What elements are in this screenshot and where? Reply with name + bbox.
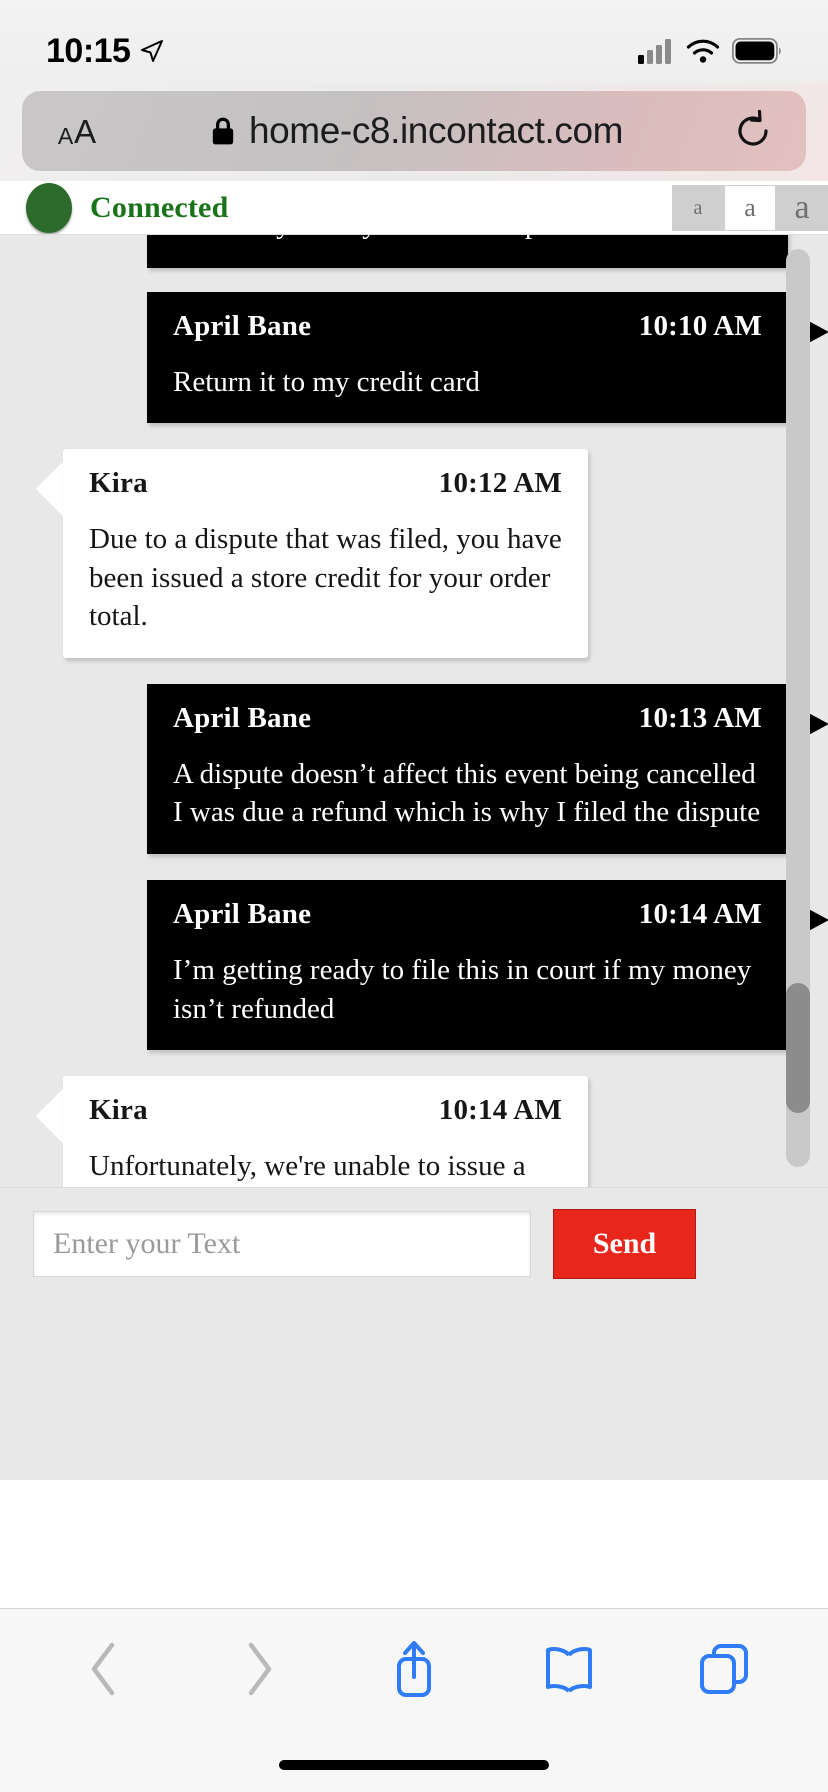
message-bubble: I want my money returned asap (147, 235, 788, 268)
location-arrow-icon (141, 40, 164, 62)
chevron-left-icon (91, 1642, 114, 1696)
connected-status-dot-icon (26, 182, 72, 233)
back-button[interactable] (49, 1624, 159, 1714)
battery-full-icon (732, 38, 781, 64)
status-right (638, 38, 782, 64)
font-size-small-button[interactable]: a (672, 185, 724, 231)
message-text: I’m getting ready to file this in court … (173, 953, 752, 1025)
tabs-button[interactable] (669, 1624, 779, 1714)
chevron-right-icon (248, 1642, 272, 1696)
url-text: home-c8.incontact.com (248, 110, 624, 151)
font-size-large-button[interactable]: a (776, 185, 828, 231)
message-sender: Kira (89, 1094, 148, 1127)
font-size-button-group: a a a (672, 181, 828, 234)
chat-status-header: Connected a a a (0, 181, 828, 234)
reload-button[interactable] (702, 109, 806, 153)
toolbar-buttons-row (0, 1609, 828, 1729)
forward-button[interactable] (204, 1624, 314, 1714)
page-filler (0, 1377, 828, 1480)
connected-status-label: Connected (90, 190, 229, 224)
message-bubble: April Bane 10:13 AM A dispute doesn’t af… (147, 683, 788, 854)
message-text: Return it to my credit card (173, 365, 480, 398)
message-text: Due to a dispute that was filed, you hav… (89, 523, 562, 633)
message-text: Unfortunately, we're unable to issue a r… (89, 1150, 526, 1183)
message-header: Kira 10:12 AM (89, 467, 562, 500)
lock-icon (212, 117, 234, 145)
safari-url-bar-area: A A home-c8.incontact.com (0, 84, 828, 181)
status-left: 10:15 (46, 32, 164, 71)
chat-scrollbar-thumb[interactable] (786, 983, 810, 1113)
share-icon (396, 1641, 431, 1697)
message-header: April Bane 10:14 AM (173, 898, 762, 931)
message-header: Kira 10:14 AM (89, 1094, 562, 1127)
ios-status-bar: 10:15 (0, 0, 828, 84)
message-time: 10:14 AM (638, 897, 762, 930)
message-sender: Kira (89, 467, 148, 500)
chat-message: Kira 10:12 AM Due to a dispute that was … (35, 449, 588, 658)
safari-url-bar[interactable]: A A home-c8.incontact.com (22, 91, 806, 171)
aa-small-letter: A (57, 122, 74, 149)
safari-bottom-toolbar (0, 1608, 828, 1792)
url-display[interactable]: home-c8.incontact.com (132, 110, 702, 152)
chat-scrollbar-track[interactable] (786, 249, 810, 1167)
message-text: A dispute doesn’t affect this event bein… (173, 757, 761, 829)
chat-message: April Bane 10:13 AM A dispute doesn’t af… (147, 683, 828, 854)
message-time: 10:13 AM (638, 701, 762, 734)
message-bubble: Kira 10:14 AM Unfortunately, we're unabl… (63, 1076, 588, 1187)
cellular-signal-icon (638, 39, 671, 64)
chat-message: April Bane 10:10 AM Return it to my cred… (147, 291, 828, 424)
wifi-icon (686, 39, 720, 63)
iphone-safari-screen: 10:15 A A home-c8.incontact.com Connecte… (0, 0, 828, 1792)
chat-message: I want my money returned asap (147, 235, 788, 268)
chat-composer: Enter your Text Send (0, 1187, 828, 1377)
message-header: April Bane 10:10 AM (173, 310, 762, 343)
chat-message: Kira 10:14 AM Unfortunately, we're unabl… (35, 1076, 588, 1187)
web-page-content: Connected a a a I want my money returned… (0, 181, 828, 1608)
message-bubble: Kira 10:12 AM Due to a dispute that was … (63, 449, 588, 658)
chat-message: April Bane 10:14 AM I’m getting ready to… (147, 879, 828, 1051)
chat-message-list: I want my money returned asap April Bane… (0, 235, 828, 1187)
font-size-medium-button[interactable]: a (724, 185, 776, 231)
message-sender: April Bane (173, 897, 312, 930)
tabs-icon (700, 1644, 749, 1694)
bookmarks-button[interactable] (514, 1624, 624, 1714)
share-button[interactable] (359, 1624, 469, 1714)
chat-transcript-area[interactable]: I want my money returned asap April Bane… (0, 234, 828, 1187)
send-button[interactable]: Send (553, 1209, 696, 1279)
home-indicator (279, 1760, 549, 1770)
book-icon (546, 1647, 593, 1693)
text-size-aa-button[interactable]: A A (22, 115, 132, 148)
message-time: 10:10 AM (638, 309, 762, 342)
aa-large-letter: A (74, 112, 97, 150)
message-input-field[interactable]: Enter your Text (33, 1211, 531, 1277)
message-bubble: April Bane 10:14 AM I’m getting ready to… (147, 879, 788, 1051)
message-text: I want my money returned asap (173, 235, 762, 244)
message-sender: April Bane (173, 701, 312, 734)
message-time: 10:14 AM (438, 1094, 562, 1127)
message-input-placeholder: Enter your Text (53, 1227, 241, 1260)
message-time: 10:12 AM (438, 467, 562, 500)
message-sender: April Bane (173, 309, 312, 342)
reload-icon (738, 109, 768, 146)
message-bubble: April Bane 10:10 AM Return it to my cred… (147, 291, 788, 424)
message-header: April Bane 10:13 AM (173, 702, 762, 735)
status-time: 10:15 (46, 31, 131, 70)
